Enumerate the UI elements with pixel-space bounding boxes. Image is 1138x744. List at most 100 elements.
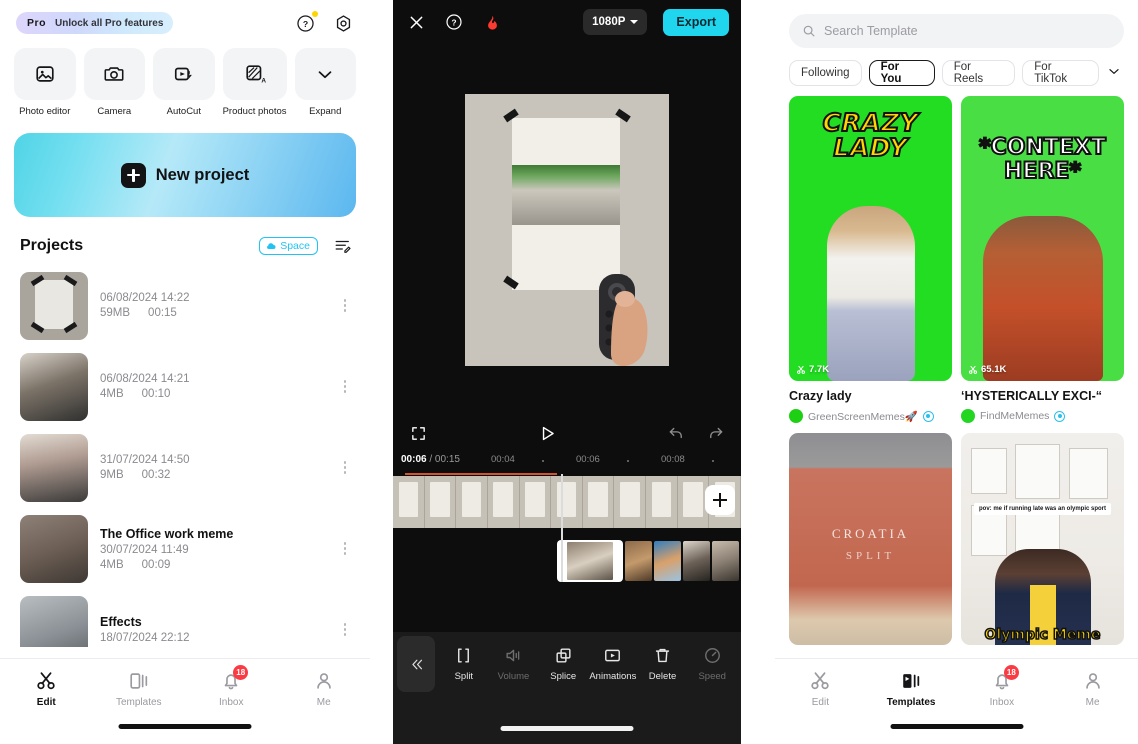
timeline-time: 00:06 / 00:15: [401, 454, 460, 465]
sort-edit-icon[interactable]: [332, 235, 354, 257]
list-item[interactable]: 31/07/2024 14:50 9MB 00:32: [0, 427, 370, 508]
resolution-value: 1080P: [592, 16, 626, 28]
flame-icon[interactable]: [481, 11, 503, 33]
avatar: [961, 409, 975, 423]
list-item[interactable]: The Office work meme 30/07/2024 11:49 4M…: [0, 508, 370, 589]
project-more-icon[interactable]: [336, 461, 354, 474]
close-icon[interactable]: [405, 11, 427, 33]
project-more-icon[interactable]: [336, 542, 354, 555]
tool-camera[interactable]: Camera: [83, 48, 146, 117]
undo-icon[interactable]: [665, 422, 687, 444]
add-clip-button[interactable]: [705, 485, 735, 515]
project-duration: 00:09: [141, 558, 171, 571]
template-overlay-text: pov: me if running late was an olympic s…: [974, 502, 1111, 515]
toolbar-label: Splice: [550, 671, 577, 682]
nav-label: Inbox: [219, 697, 244, 708]
space-button[interactable]: Space: [259, 237, 318, 255]
template-author[interactable]: FindMeMemes: [961, 409, 1124, 423]
project-date: 18/07/2024 22:12: [100, 632, 190, 644]
list-item[interactable]: 06/08/2024 14:21 4MB 00:10: [0, 346, 370, 427]
tool-autocut[interactable]: AutoCut: [153, 48, 215, 117]
clip-thumb[interactable]: [712, 541, 739, 581]
video-editor-screen: ? 1080P Export 00:06 / 00:15 00:04 00:06…: [393, 0, 742, 744]
list-item[interactable]: Effects 18/07/2024 22:12: [0, 589, 370, 647]
product-ai-icon: AI: [222, 48, 287, 100]
resolution-selector[interactable]: 1080P: [583, 9, 648, 35]
play-control[interactable]: [429, 424, 665, 443]
project-duration: 00:10: [141, 388, 171, 400]
nav-item-me[interactable]: Me: [278, 670, 371, 708]
help-icon[interactable]: ?: [294, 11, 318, 34]
preview-canvas: [465, 94, 669, 366]
timeline-main-track[interactable]: [393, 473, 742, 534]
clip-thumb[interactable]: [654, 541, 681, 581]
screenshot-stage: Pro Unlock all Pro features ? Photo edit…: [0, 0, 1138, 744]
toolbar-volume[interactable]: Volume: [489, 646, 539, 682]
nav-item-me[interactable]: Me: [1047, 670, 1138, 708]
new-project-button[interactable]: New project: [14, 133, 356, 217]
split-icon: [458, 648, 470, 663]
video-preview[interactable]: [393, 44, 741, 416]
chevron-down-icon[interactable]: [1106, 63, 1128, 84]
toolbar-split[interactable]: Split: [439, 646, 489, 682]
project-info: The Office work meme 30/07/2024 11:49 4M…: [100, 527, 324, 571]
svg-text:AI: AI: [261, 77, 266, 84]
tab-following[interactable]: Following: [789, 60, 862, 86]
template-card[interactable]: pov: me if running late was an olympic s…: [961, 433, 1124, 645]
scissors-icon: [968, 365, 978, 374]
hand-remote-graphic: [599, 274, 648, 366]
toolbar-animations[interactable]: Animations: [588, 646, 638, 682]
search-input[interactable]: Search Template: [789, 14, 1124, 48]
play-icon: [542, 426, 554, 440]
toolbar-splice[interactable]: Splice: [538, 646, 588, 682]
project-more-icon[interactable]: [336, 299, 354, 312]
nav-item-edit[interactable]: Edit: [775, 670, 866, 708]
template-author[interactable]: GreenScreenMemes🚀: [789, 409, 952, 423]
nav-item-templates[interactable]: Templates: [93, 670, 186, 708]
template-column-left: CRAZY LADY 7.7K Crazy lady GreenScreenMe…: [789, 96, 952, 655]
nav-item-inbox[interactable]: 18 Inbox: [957, 665, 1048, 708]
selected-clip[interactable]: [557, 540, 623, 582]
pro-upgrade-banner[interactable]: Pro Unlock all Pro features: [16, 12, 174, 34]
tool-expand[interactable]: Expand: [294, 48, 357, 117]
timeline-secondary-track[interactable]: [393, 474, 741, 584]
tab-for-reels[interactable]: For Reels: [941, 60, 1016, 86]
project-size: 59MB: [100, 307, 131, 319]
list-item[interactable]: 06/08/2024 14:22 59MB 00:15: [0, 265, 370, 346]
nav-item-edit[interactable]: Edit: [0, 670, 93, 708]
template-card[interactable]: CROATIA SPLIT: [789, 433, 952, 645]
clip-thumb[interactable]: [625, 541, 652, 581]
project-more-icon[interactable]: [336, 380, 354, 393]
volume-icon: [506, 649, 520, 662]
tab-label: For Reels: [953, 61, 984, 85]
tool-product-photos[interactable]: AI Product photos: [222, 48, 287, 117]
export-label: Export: [676, 15, 716, 29]
plus-icon: [120, 162, 146, 188]
fullscreen-icon[interactable]: [407, 422, 429, 444]
export-button[interactable]: Export: [663, 8, 729, 36]
toolbar-speed[interactable]: Speed: [687, 646, 737, 682]
projects-list[interactable]: 06/08/2024 14:22 59MB 00:15 06/08/2024 1…: [0, 265, 370, 647]
chevron-left-double-icon[interactable]: [397, 636, 435, 692]
timeline-ruler[interactable]: 00:06 / 00:15 00:04 00:06 00:08: [393, 450, 741, 472]
toolbar-delete[interactable]: Delete: [638, 646, 688, 682]
gear-icon[interactable]: [332, 12, 354, 34]
frame-thumb: [551, 476, 583, 528]
playhead[interactable]: [561, 474, 563, 582]
template-preview: CRAZY LADY 7.7K: [789, 96, 952, 381]
timeline-frames[interactable]: [393, 476, 742, 528]
clip-thumb[interactable]: [683, 541, 710, 581]
tab-for-tiktok[interactable]: For TikTok: [1022, 60, 1100, 86]
project-more-icon[interactable]: [336, 623, 354, 636]
help-icon[interactable]: ?: [443, 11, 465, 33]
tool-photo-editor[interactable]: Photo editor: [14, 48, 76, 117]
redo-icon[interactable]: [705, 422, 727, 444]
template-card[interactable]: *CONTEXT HERE* 65.1K ‘HYSTERICALLY EXCI-…: [961, 96, 1124, 423]
tab-for-you[interactable]: For You: [868, 60, 935, 86]
autocut-icon: [153, 48, 215, 100]
template-card[interactable]: CRAZY LADY 7.7K Crazy lady GreenScreenMe…: [789, 96, 952, 423]
project-meta: 4MB 00:09: [100, 559, 324, 571]
nav-item-templates[interactable]: Templates: [866, 670, 957, 708]
nav-item-inbox[interactable]: 18 Inbox: [185, 665, 278, 708]
project-date: 30/07/2024 11:49: [100, 543, 189, 556]
